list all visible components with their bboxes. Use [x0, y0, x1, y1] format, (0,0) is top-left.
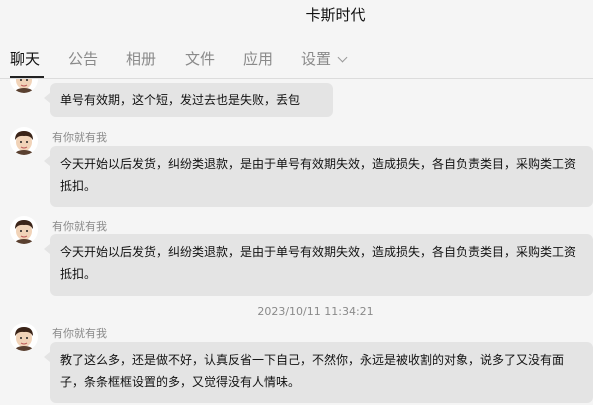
avatar-image [10, 127, 38, 155]
sender-name[interactable]: 有你就有我 [52, 129, 107, 145]
message-text: 今天开始以后发货，纠纷类退款，是由于单号有效期失效，造成损失，各自负责类目，采购… [60, 245, 577, 281]
sender-name[interactable]: 有你就有我 [52, 325, 107, 341]
avatar[interactable] [10, 216, 38, 244]
active-tab-underline [10, 76, 44, 78]
tab-apps[interactable]: 应用 [243, 48, 273, 69]
tab-announcements[interactable]: 公告 [68, 48, 98, 69]
tab-chat[interactable]: 聊天 [10, 48, 40, 69]
tab-settings-label: 设置 [301, 50, 332, 68]
message-bubble[interactable]: 教了这么多，还是做不好，认真反省一下自己，不然你，永远是被收割的对象，说多了又没… [44, 342, 593, 403]
avatar[interactable] [10, 79, 38, 93]
tab-album[interactable]: 相册 [126, 48, 156, 69]
avatar-image [10, 323, 38, 351]
tab-settings[interactable]: 设置 [301, 48, 348, 69]
message-bubble[interactable]: 单号有效期，这个短，发过去也是失败，丢包 [44, 83, 333, 117]
message-bubble[interactable]: 今天开始以后发货，纠纷类退款，是由于单号有效期失效，造成损失，各自负责类目，采购… [44, 234, 593, 296]
tab-bar: 聊天 公告 相册 文件 应用 设置 [0, 40, 593, 79]
message-list[interactable]: 单号有效期，这个短，发过去也是失败，丢包 有你就有我 今天开始以后发货，纠纷类退… [0, 79, 593, 405]
message-bubble[interactable]: 今天开始以后发货，纠纷类退款，是由于单号有效期失效，造成损失，各自负责类目，采购… [44, 146, 593, 207]
group-title: 卡斯时代 [305, 5, 366, 24]
chat-window: 卡斯时代 聊天 公告 相册 文件 应用 设置 单号有效期，这个短，发过去也是失败… [0, 0, 593, 405]
avatar[interactable] [10, 127, 38, 155]
avatar[interactable] [10, 323, 38, 351]
tab-files[interactable]: 文件 [185, 48, 215, 69]
message-text: 今天开始以后发货，纠纷类退款，是由于单号有效期失效，造成损失，各自负责类目，采购… [60, 157, 577, 193]
message-timestamp: 2023/10/11 11:34:21 [257, 305, 374, 318]
sender-name[interactable]: 有你就有我 [52, 218, 107, 234]
message-text: 单号有效期，这个短，发过去也是失败，丢包 [60, 93, 301, 107]
avatar-image [10, 216, 38, 244]
message-text: 教了这么多，还是做不好，认真反省一下自己，不然你，永远是被收割的对象，说多了又没… [60, 353, 565, 389]
avatar-image [10, 79, 38, 93]
chevron-down-icon [337, 52, 348, 63]
title-bar: 卡斯时代 [0, 0, 593, 28]
